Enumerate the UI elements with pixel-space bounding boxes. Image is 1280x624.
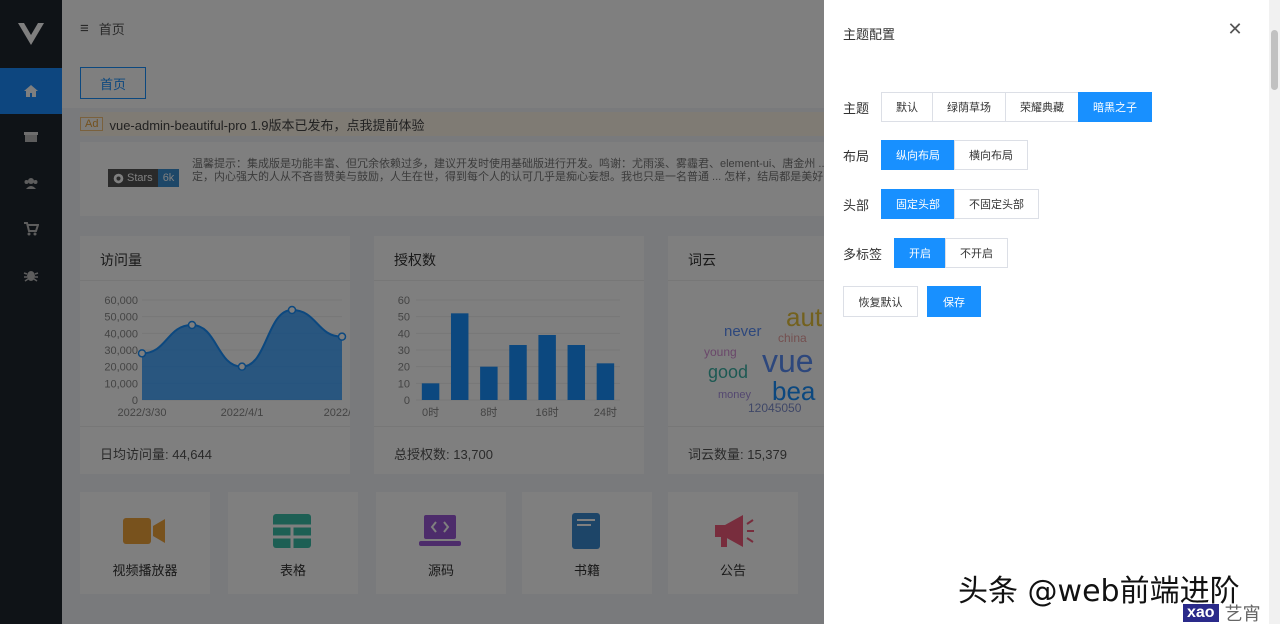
theme-option-default[interactable]: 默认 [881, 92, 933, 122]
layout-option-vertical[interactable]: 纵向布局 [881, 140, 955, 170]
theme-option-glory[interactable]: 荣耀典藏 [1005, 92, 1079, 122]
header-option-unfixed[interactable]: 不固定头部 [954, 189, 1039, 219]
tabs-row: 多标签 开启 不开启 [843, 238, 1008, 268]
drawer-title: 主题配置 [843, 27, 896, 42]
scrollbar[interactable] [1269, 0, 1280, 624]
layout-label: 布局 [843, 148, 870, 164]
drawer-mask[interactable] [0, 0, 824, 624]
theme-label: 主题 [843, 100, 870, 116]
tabs-label: 多标签 [843, 246, 883, 262]
scrollbar-thumb[interactable] [1271, 30, 1278, 90]
header-option-fixed[interactable]: 固定头部 [881, 189, 955, 219]
layout-selector: 纵向布局 横向布局 [881, 140, 1028, 170]
theme-selector: 默认 绿荫草场 荣耀典藏 暗黑之子 [881, 92, 1152, 122]
watermark-brand-box: xao [1183, 604, 1219, 622]
tabs-selector: 开启 不开启 [894, 238, 1008, 268]
theme-drawer: 主题配置 ✕ 主题 默认 绿荫草场 荣耀典藏 暗黑之子 布局 纵向布局 横向布局… [824, 0, 1280, 624]
layout-option-horizontal[interactable]: 横向布局 [954, 140, 1028, 170]
theme-option-green[interactable]: 绿荫草场 [932, 92, 1006, 122]
save-button[interactable]: 保存 [927, 286, 981, 317]
header-selector: 固定头部 不固定头部 [881, 189, 1039, 219]
tabs-option-on[interactable]: 开启 [894, 238, 946, 268]
tabs-option-off[interactable]: 不开启 [945, 238, 1008, 268]
theme-option-dark[interactable]: 暗黑之子 [1078, 92, 1152, 122]
reset-button[interactable]: 恢复默认 [843, 286, 918, 317]
watermark-brand: xao 艺宵 [1183, 600, 1261, 624]
theme-row: 主题 默认 绿荫草场 荣耀典藏 暗黑之子 [843, 92, 1152, 122]
watermark-brand-suffix: 艺宵 [1224, 604, 1261, 624]
close-icon[interactable]: ✕ [1226, 20, 1244, 38]
header-label: 头部 [843, 197, 870, 213]
header-row: 头部 固定头部 不固定头部 [843, 189, 1039, 219]
layout-row: 布局 纵向布局 横向布局 [843, 140, 1028, 170]
